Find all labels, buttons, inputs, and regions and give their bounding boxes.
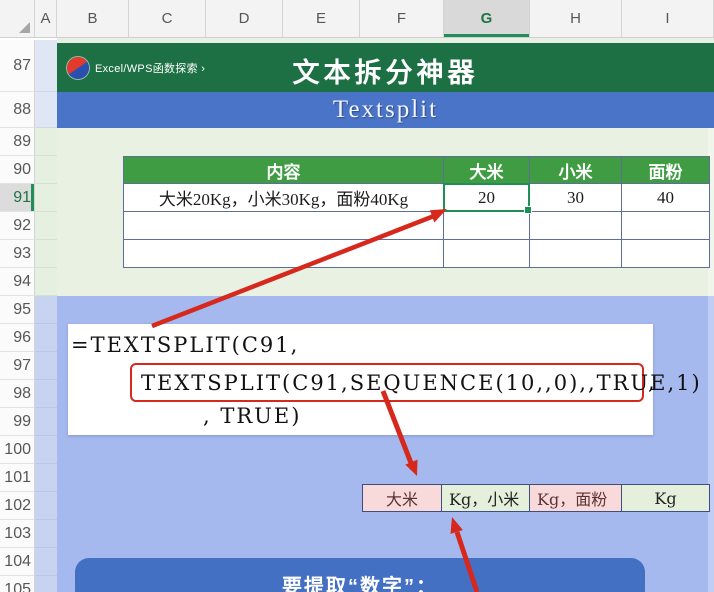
row-header-90[interactable]: 90 — [0, 156, 35, 184]
select-all-corner[interactable] — [0, 0, 35, 38]
cell-A92[interactable] — [35, 212, 57, 240]
row-header-97[interactable]: 97 — [0, 352, 35, 380]
selected-cell-outline — [443, 183, 532, 214]
title-banner: Excel/WPS函数探索 › 文本拆分神器 — [57, 43, 714, 92]
cell-A96[interactable] — [35, 324, 57, 352]
column-header-D[interactable]: D — [206, 0, 283, 38]
cell-A97[interactable] — [35, 352, 57, 380]
formula-line-2: TEXTSPLIT(C91,SEQUENCE(10,,0),,TRUE,1) — [141, 370, 702, 395]
row-header-94[interactable]: 94 — [0, 268, 35, 296]
table-header-1[interactable]: 大米 — [444, 156, 530, 184]
table-empty-cell[interactable] — [123, 240, 444, 268]
row-header-95[interactable]: 95 — [0, 296, 35, 324]
footer-banner: 要提取“数字”： — [75, 558, 645, 592]
column-header-C[interactable]: C — [129, 0, 206, 38]
cell-A99[interactable] — [35, 408, 57, 436]
cell-A101[interactable] — [35, 464, 57, 492]
cell-A87[interactable] — [35, 40, 57, 92]
formula-line-2-tail: , — [648, 370, 657, 394]
cell-A103[interactable] — [35, 520, 57, 548]
table-cell-r91-c2[interactable]: 30 — [530, 184, 622, 212]
formula-box: =TEXTSPLIT(C91, TEXTSPLIT(C91,SEQUENCE(1… — [68, 324, 700, 435]
row-header-87[interactable]: 87 — [0, 40, 35, 92]
cell-A94[interactable] — [35, 268, 57, 296]
row-header-101[interactable]: 101 — [0, 464, 35, 492]
table-header-2[interactable]: 小米 — [530, 156, 622, 184]
cell-A90[interactable] — [35, 156, 57, 184]
row-header-89[interactable]: 89 — [0, 128, 35, 156]
grid-edge-sliver — [708, 296, 714, 592]
footer-label: 要提取“数字”： — [282, 576, 438, 592]
row-header-93[interactable]: 93 — [0, 240, 35, 268]
result-cell-1[interactable]: Kg，小米 — [442, 484, 530, 512]
table-cell-r91-c3[interactable]: 40 — [622, 184, 710, 212]
row-header-105[interactable]: 105 — [0, 576, 35, 592]
page-title: 文本拆分神器 — [292, 58, 479, 88]
column-header-A[interactable]: A — [35, 0, 57, 38]
table-empty-cell[interactable] — [530, 240, 622, 268]
cell-A102[interactable] — [35, 492, 57, 520]
cell-A88[interactable] — [35, 92, 57, 128]
cell-A104[interactable] — [35, 548, 57, 576]
formula-highlight-box: TEXTSPLIT(C91,SEQUENCE(10,,0),,TRUE,1) — [130, 363, 700, 402]
row-header-99[interactable]: 99 — [0, 408, 35, 436]
table-cell-r91-c0[interactable]: 大米20Kg，小米30Kg，面粉40Kg — [123, 184, 444, 212]
column-header-B[interactable]: B — [57, 0, 129, 38]
column-header-F[interactable]: F — [360, 0, 444, 38]
subtitle-banner: Textsplit — [57, 92, 714, 128]
table-header-0[interactable]: 内容 — [123, 156, 444, 184]
table-empty-cell[interactable] — [123, 212, 444, 240]
row-header-98[interactable]: 98 — [0, 380, 35, 408]
row-header-91[interactable]: 91 — [0, 184, 35, 212]
row-header-100[interactable]: 100 — [0, 436, 35, 464]
formula-line-1: =TEXTSPLIT(C91, — [71, 333, 300, 357]
spreadsheet-window: Excel/WPS函数探索 › 文本拆分神器 Textsplit ABCDEFG… — [0, 0, 714, 592]
column-header-G[interactable]: G — [444, 0, 530, 38]
column-header-H[interactable]: H — [530, 0, 622, 38]
cell-A95[interactable] — [35, 296, 57, 324]
row-header-88[interactable]: 88 — [0, 92, 35, 128]
formula-line-3: , TRUE) — [203, 404, 302, 428]
select-all-icon — [19, 22, 30, 33]
table-empty-cell[interactable] — [622, 212, 710, 240]
cell-A89[interactable] — [35, 128, 57, 156]
row-header-103[interactable]: 103 — [0, 520, 35, 548]
column-header-E[interactable]: E — [283, 0, 360, 38]
column-header-I[interactable]: I — [622, 0, 714, 38]
subtitle-label: Textsplit — [332, 96, 439, 123]
table-empty-cell[interactable] — [444, 240, 530, 268]
cell-A98[interactable] — [35, 380, 57, 408]
result-cell-0[interactable]: 大米 — [362, 484, 442, 512]
row-header-96[interactable]: 96 — [0, 324, 35, 352]
result-cell-2[interactable]: Kg，面粉 — [530, 484, 622, 512]
table-empty-cell[interactable] — [444, 212, 530, 240]
cell-A93[interactable] — [35, 240, 57, 268]
cell-A91[interactable] — [35, 184, 57, 212]
cell-A100[interactable] — [35, 436, 57, 464]
row-header-102[interactable]: 102 — [0, 492, 35, 520]
row-header-104[interactable]: 104 — [0, 548, 35, 576]
table-header-3[interactable]: 面粉 — [622, 156, 710, 184]
table-empty-cell[interactable] — [622, 240, 710, 268]
cell-A105[interactable] — [35, 576, 57, 592]
result-cell-3[interactable]: Kg — [622, 484, 710, 512]
table-empty-cell[interactable] — [530, 212, 622, 240]
row-header-92[interactable]: 92 — [0, 212, 35, 240]
